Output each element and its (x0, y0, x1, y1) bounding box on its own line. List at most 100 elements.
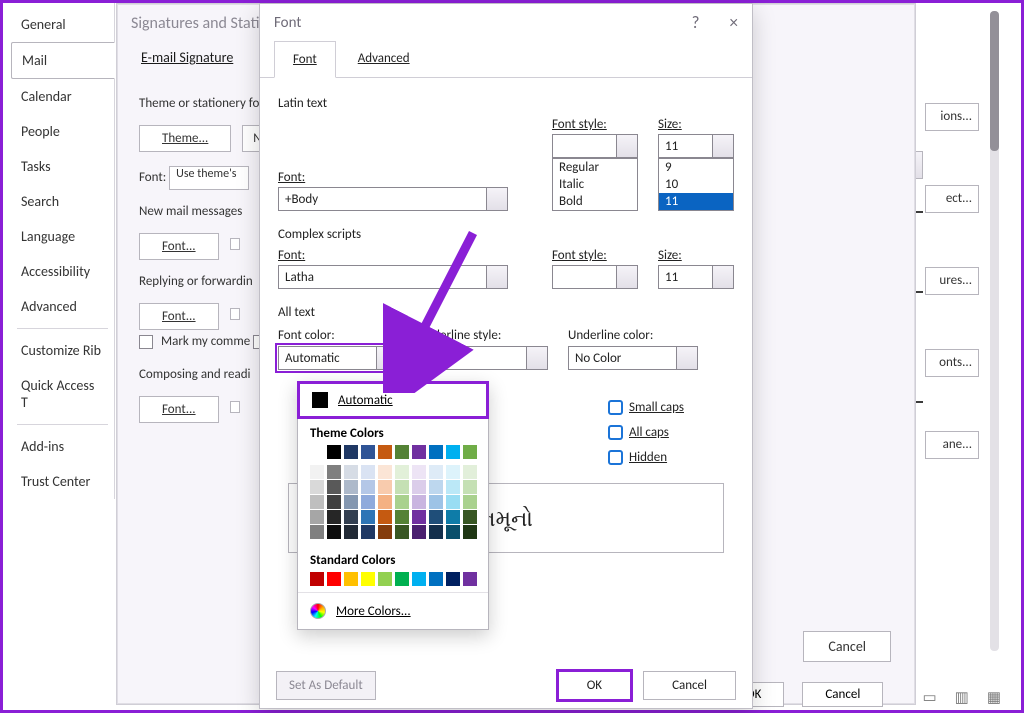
nav-addins[interactable]: Add-ins (11, 429, 114, 464)
allcaps-checkbox[interactable] (608, 425, 623, 440)
color-swatch[interactable] (395, 445, 409, 459)
help-icon[interactable]: ? (692, 12, 700, 33)
color-automatic-item[interactable]: Automatic (300, 384, 486, 416)
color-swatch[interactable] (429, 495, 443, 509)
color-swatch[interactable] (327, 510, 341, 524)
color-swatch[interactable] (361, 525, 375, 539)
tab-email-signature[interactable]: E-mail Signature (139, 43, 235, 74)
window-scrollbar[interactable] (990, 11, 999, 651)
nav-mail[interactable]: Mail (11, 42, 115, 79)
nav-customize-ribbon[interactable]: Customize Rib (11, 333, 114, 368)
color-swatch[interactable] (310, 510, 324, 524)
color-swatch[interactable] (463, 572, 477, 586)
bottom-cancel-button[interactable]: Cancel (802, 682, 883, 707)
color-swatch[interactable] (327, 480, 341, 494)
color-swatch[interactable] (310, 572, 324, 586)
set-default-button[interactable]: Set As Default (276, 671, 376, 700)
view-icon-2[interactable]: ▥ (955, 688, 969, 707)
color-swatch[interactable] (344, 445, 358, 459)
reply-extra[interactable] (230, 308, 240, 320)
color-swatch[interactable] (327, 572, 341, 586)
theme-button[interactable]: Theme... (139, 125, 231, 152)
hidden-checkbox[interactable] (608, 450, 623, 465)
color-swatch[interactable] (378, 510, 392, 524)
font-ok-button[interactable]: OK (558, 671, 631, 700)
latin-style-input[interactable] (552, 134, 638, 158)
color-swatch[interactable] (429, 510, 443, 524)
color-swatch[interactable] (412, 525, 426, 539)
complex-size-combo[interactable]: 11 (658, 265, 734, 289)
color-swatch[interactable] (361, 465, 375, 479)
compose-extra[interactable] (230, 401, 240, 413)
color-swatch[interactable] (344, 525, 358, 539)
color-swatch[interactable] (327, 525, 341, 539)
color-swatch[interactable] (361, 445, 375, 459)
complex-style-combo[interactable] (552, 265, 638, 289)
color-swatch[interactable] (429, 525, 443, 539)
color-swatch[interactable] (446, 495, 460, 509)
color-swatch[interactable] (446, 525, 460, 539)
nav-quick-access[interactable]: Quick Access T (11, 368, 114, 420)
latin-size-list[interactable]: 9 10 11 (658, 158, 734, 211)
color-swatch[interactable] (463, 510, 477, 524)
color-swatch[interactable] (395, 495, 409, 509)
new-mail-extra[interactable] (230, 238, 240, 250)
latin-size-input[interactable]: 11 (658, 134, 734, 158)
color-swatch[interactable] (395, 510, 409, 524)
sig-cancel-button[interactable]: Cancel (803, 631, 891, 662)
font-field[interactable]: Use theme's (169, 166, 249, 190)
color-swatch[interactable] (327, 495, 341, 509)
color-swatch[interactable] (412, 465, 426, 479)
mark-comments-checkbox[interactable] (139, 335, 153, 349)
color-swatch[interactable] (429, 465, 443, 479)
color-swatch[interactable] (361, 572, 375, 586)
edge-autocorrect-btn[interactable]: ect... (925, 185, 979, 213)
color-swatch[interactable] (310, 480, 324, 494)
view-icon-1[interactable]: ▭ (922, 688, 936, 707)
nav-tasks[interactable]: Tasks (11, 149, 114, 184)
underline-color-combo[interactable]: No Color (568, 346, 698, 370)
color-swatch[interactable] (395, 525, 409, 539)
color-swatch[interactable] (327, 465, 341, 479)
color-swatch[interactable] (310, 465, 324, 479)
color-swatch[interactable] (446, 510, 460, 524)
color-swatch[interactable] (446, 465, 460, 479)
color-swatch[interactable] (446, 572, 460, 586)
tab-font[interactable]: Font (274, 41, 336, 78)
edge-fonts-btn[interactable]: onts... (925, 349, 979, 377)
compose-font-button[interactable]: Font... (139, 396, 219, 423)
color-swatch[interactable] (395, 465, 409, 479)
color-swatch[interactable] (361, 480, 375, 494)
smallcaps-checkbox[interactable] (608, 400, 623, 415)
edge-signatures-btn[interactable]: ures... (925, 267, 979, 295)
color-swatch[interactable] (378, 465, 392, 479)
color-swatch[interactable] (412, 510, 426, 524)
nav-advanced[interactable]: Advanced (11, 289, 114, 324)
nav-language[interactable]: Language (11, 219, 114, 254)
view-icon-3[interactable]: ▦ (987, 688, 1001, 707)
color-swatch[interactable] (412, 572, 426, 586)
color-swatch[interactable] (429, 480, 443, 494)
tab-advanced[interactable]: Advanced (340, 41, 428, 77)
nav-trust-center[interactable]: Trust Center (11, 464, 114, 499)
color-swatch[interactable] (395, 572, 409, 586)
color-swatch[interactable] (463, 480, 477, 494)
font-cancel-button[interactable]: Cancel (643, 671, 736, 700)
edge-options-btn[interactable]: ions... (925, 103, 979, 131)
color-swatch[interactable] (327, 445, 341, 459)
reply-font-button[interactable]: Font... (139, 303, 219, 330)
color-swatch[interactable] (344, 495, 358, 509)
underline-style-combo[interactable] (418, 346, 548, 370)
color-swatch[interactable] (463, 525, 477, 539)
color-swatch[interactable] (378, 572, 392, 586)
color-swatch[interactable] (429, 445, 443, 459)
color-swatch[interactable] (378, 480, 392, 494)
color-swatch[interactable] (463, 495, 477, 509)
color-swatch[interactable] (310, 525, 324, 539)
nav-accessibility[interactable]: Accessibility (11, 254, 114, 289)
more-colors-item[interactable]: More Colors... (298, 592, 488, 629)
edge-readingpane-btn[interactable]: ane... (925, 431, 979, 459)
color-swatch[interactable] (361, 510, 375, 524)
close-icon[interactable]: × (730, 12, 738, 33)
color-swatch[interactable] (395, 480, 409, 494)
